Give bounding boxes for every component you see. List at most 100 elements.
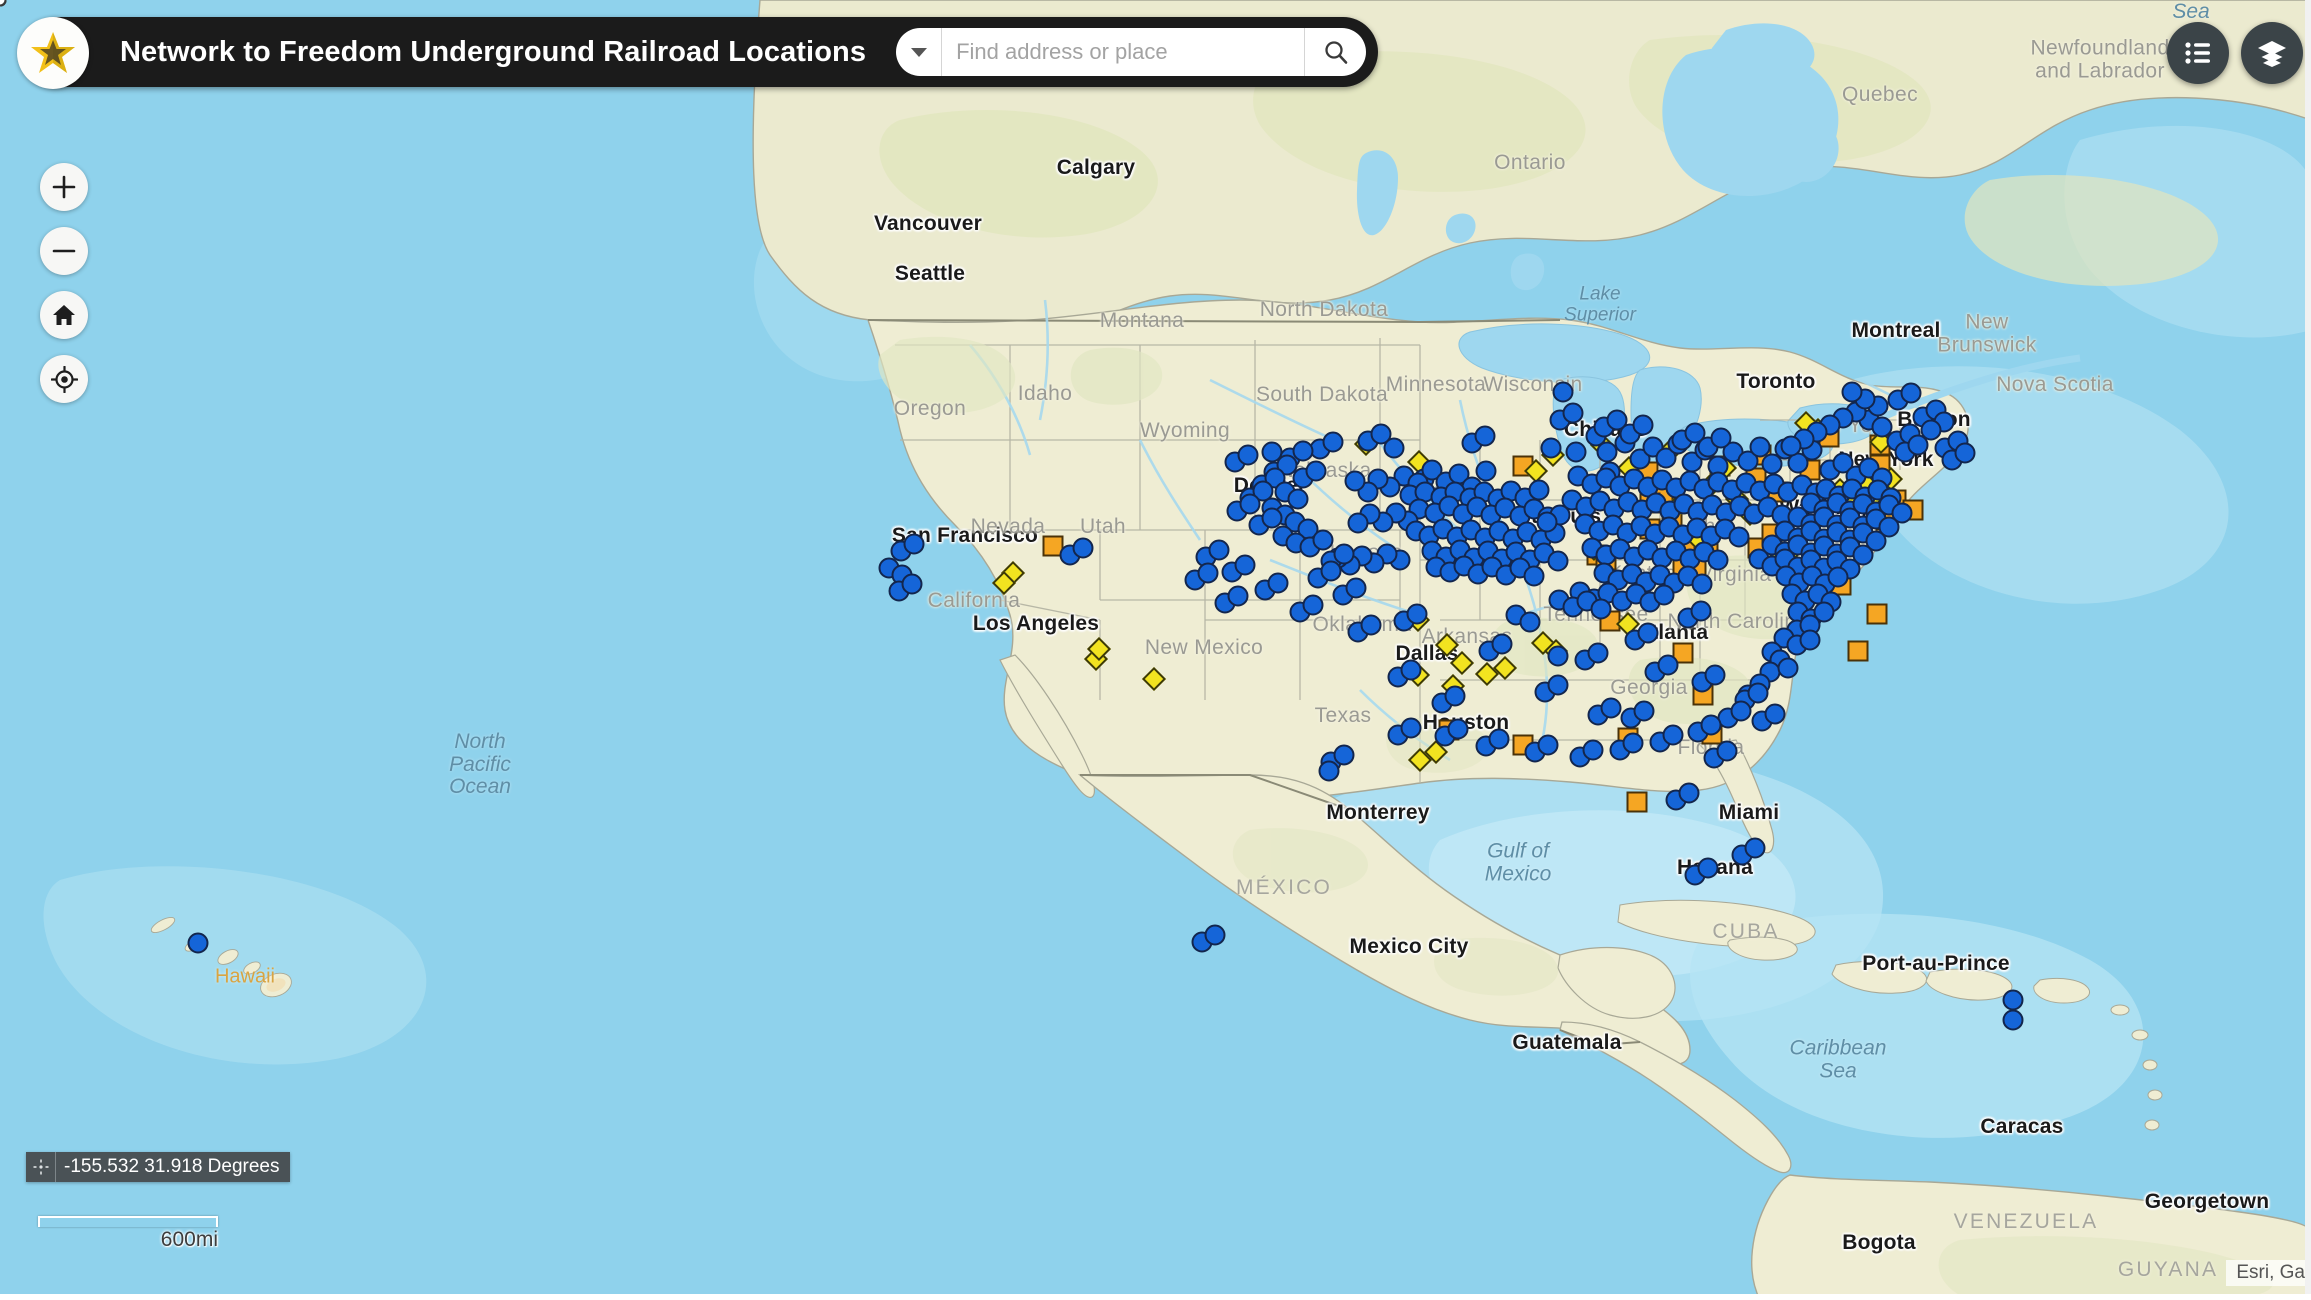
blue-circle-marker[interactable] [1662,724,1684,746]
blue-circle-marker[interactable] [1536,511,1558,533]
locate-button[interactable] [40,355,88,403]
blue-circle-marker[interactable] [1547,550,1569,572]
blue-circle-marker[interactable] [1491,633,1513,655]
blue-circle-marker[interactable] [1799,629,1821,651]
blue-circle-marker[interactable] [1920,419,1942,441]
blue-circle-marker[interactable] [1827,566,1849,588]
blue-circle-marker[interactable] [1587,642,1609,664]
blue-circle-marker[interactable] [2002,1009,2024,1031]
blue-circle-marker[interactable] [1072,537,1094,559]
scale-bar-line [38,1216,218,1227]
blue-circle-marker[interactable] [1318,760,1340,782]
blue-circle-marker[interactable] [1691,573,1713,595]
blue-circle-marker[interactable] [1590,598,1612,620]
blue-circle-marker[interactable] [1747,682,1769,704]
blue-circle-marker[interactable] [1710,427,1732,449]
blue-circle-marker[interactable] [1678,782,1700,804]
blue-circle-marker[interactable] [1730,700,1752,722]
blue-circle-marker[interactable] [1547,674,1569,696]
blue-circle-marker[interactable] [1653,584,1675,606]
blue-circle-marker[interactable] [901,573,923,595]
blue-circle-marker[interactable] [1239,493,1261,515]
blue-circle-marker[interactable] [1347,512,1369,534]
blue-circle-marker[interactable] [1383,437,1405,459]
blue-circle-marker[interactable] [1704,664,1726,686]
blue-circle-marker[interactable] [1716,740,1738,762]
blue-circle-marker[interactable] [1302,594,1324,616]
minus-icon [52,249,76,253]
blue-circle-marker[interactable] [1900,382,1922,404]
search-input[interactable] [942,28,1305,76]
coordinate-readout[interactable]: -155.532 31.918 Degrees [26,1152,290,1182]
blue-circle-marker[interactable] [1707,549,1729,571]
chevron-down-icon[interactable] [896,28,943,76]
blue-circle-marker[interactable] [187,932,209,954]
blue-circle-marker[interactable] [1657,654,1679,676]
orange-square-marker[interactable] [1866,603,1888,625]
blue-circle-marker[interactable] [1841,381,1863,403]
home-button[interactable] [40,291,88,339]
orange-square-marker[interactable] [1626,791,1648,813]
blue-circle-marker[interactable] [1344,470,1366,492]
blue-circle-marker[interactable] [2002,989,2024,1011]
blue-circle-marker[interactable] [1234,554,1256,576]
blue-circle-marker[interactable] [1204,924,1226,946]
blue-circle-marker[interactable] [1633,700,1655,722]
blue-circle-marker[interactable] [1320,560,1342,582]
zoom-in-button[interactable] [40,163,88,211]
page-title: Network to Freedom Underground Railroad … [120,35,867,68]
blue-circle-marker[interactable] [1237,444,1259,466]
map-canvas[interactable] [0,0,2311,1300]
blue-circle-marker[interactable] [1547,645,1569,667]
blue-circle-marker[interactable] [1954,442,1976,464]
blue-circle-marker[interactable] [1360,614,1382,636]
blue-circle-marker[interactable] [1637,622,1659,644]
blue-circle-marker[interactable] [1444,685,1466,707]
blue-circle-marker[interactable] [1208,539,1230,561]
blue-circle-marker[interactable] [1537,734,1559,756]
blue-circle-marker[interactable] [1697,857,1719,879]
blue-circle-marker[interactable] [1400,659,1422,681]
zoom-out-button[interactable] [40,227,88,275]
blue-circle-marker[interactable] [1582,739,1604,761]
blue-circle-marker[interactable] [1777,657,1799,679]
blue-circle-marker[interactable] [1622,732,1644,754]
blue-circle-marker[interactable] [1519,611,1541,633]
search-icon[interactable] [1304,28,1366,76]
layers-button[interactable] [2241,22,2303,84]
blue-circle-marker[interactable] [1227,585,1249,607]
blue-circle-marker[interactable] [1322,431,1344,453]
blue-circle-marker[interactable] [1764,703,1786,725]
scale-bar-label: 600mi [160,1228,218,1251]
blue-circle-marker[interactable] [1600,697,1622,719]
blue-circle-marker[interactable] [1562,402,1584,424]
blue-circle-marker[interactable] [1780,435,1802,457]
blue-circle-marker[interactable] [1305,460,1327,482]
blue-circle-marker[interactable] [1333,744,1355,766]
blue-circle-marker[interactable] [903,533,925,555]
blue-circle-marker[interactable] [1488,728,1510,750]
blue-circle-marker[interactable] [1312,529,1334,551]
blue-circle-marker[interactable] [1540,437,1562,459]
blue-circle-marker[interactable] [1406,603,1428,625]
blue-circle-marker[interactable] [1528,479,1550,501]
blue-circle-marker[interactable] [1267,572,1289,594]
blue-circle-marker[interactable] [1690,600,1712,622]
nps-star-logo-icon [17,17,89,89]
blue-circle-marker[interactable] [1744,837,1766,859]
blue-circle-marker[interactable] [1474,425,1496,447]
blue-circle-marker[interactable] [1552,381,1574,403]
blue-circle-marker[interactable] [1447,718,1469,740]
blue-circle-marker[interactable] [1197,562,1219,584]
search-widget[interactable] [896,28,1367,76]
blue-circle-marker[interactable] [1700,714,1722,736]
blue-circle-marker[interactable] [1345,577,1367,599]
orange-square-marker[interactable] [1847,640,1869,662]
legend-button[interactable] [2167,22,2229,84]
blue-circle-marker[interactable] [1400,717,1422,739]
blue-circle-marker[interactable] [1565,441,1587,463]
blue-circle-marker[interactable] [1871,416,1893,438]
blue-circle-marker[interactable] [1728,526,1750,548]
blue-circle-marker[interactable] [1632,414,1654,436]
blue-circle-marker[interactable] [1523,565,1545,587]
